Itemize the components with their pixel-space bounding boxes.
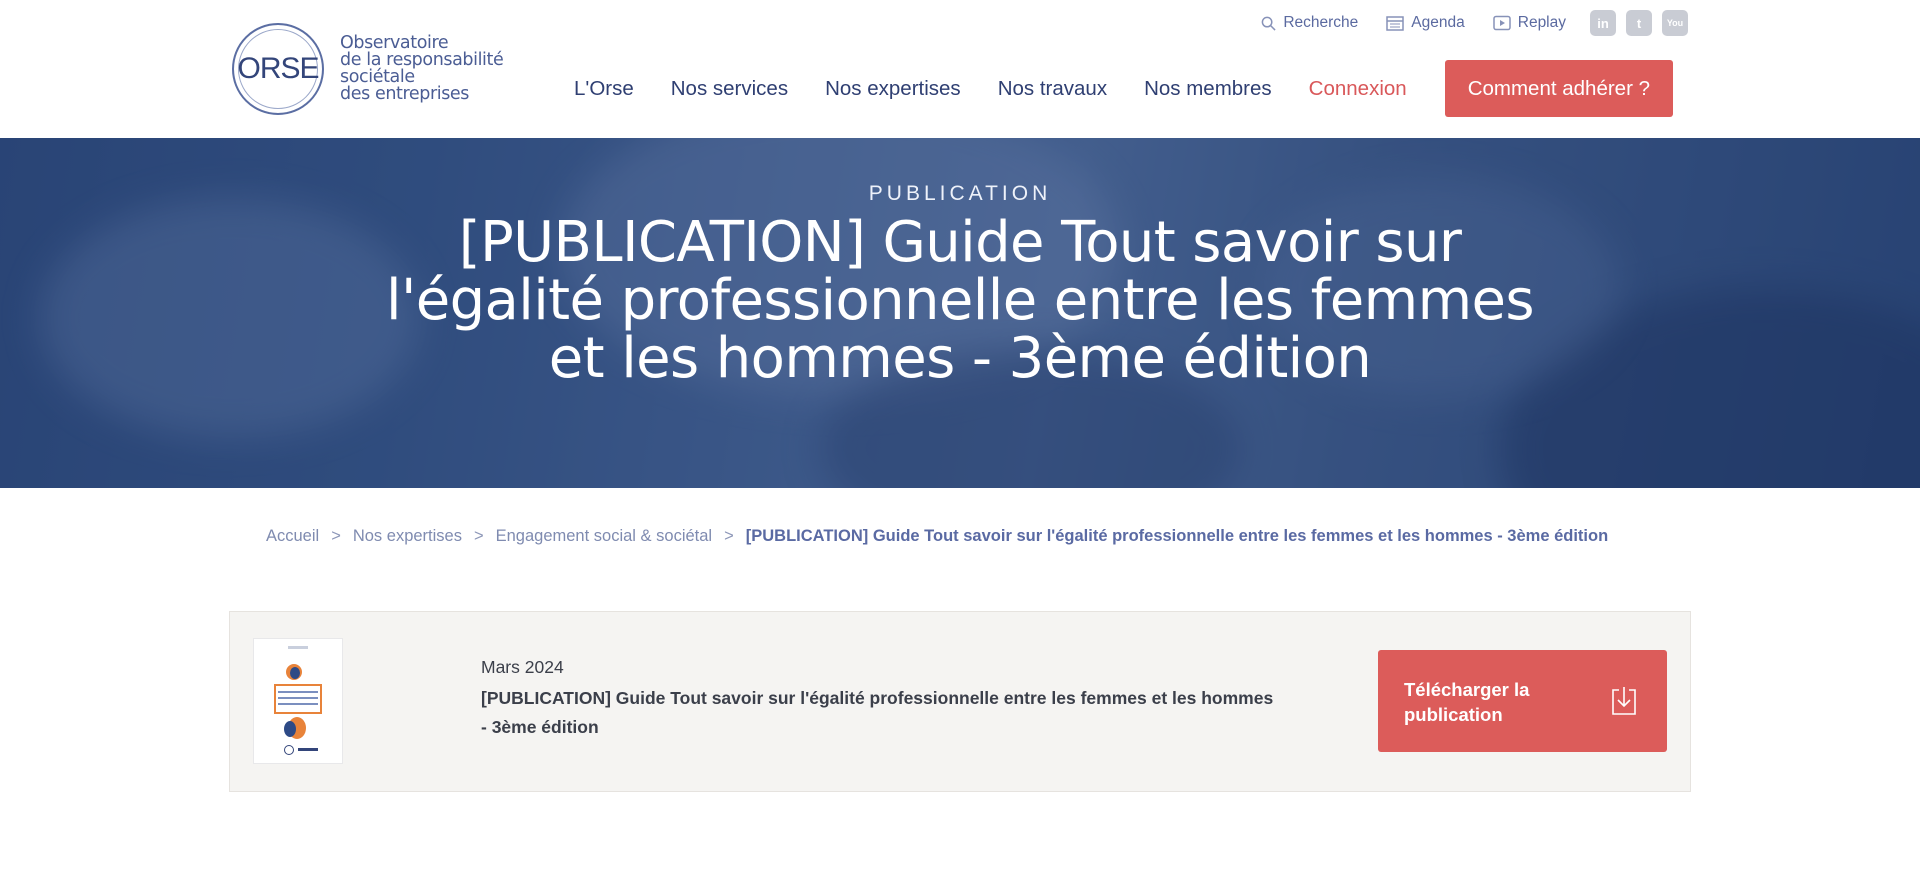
cover-logo-icon [284, 745, 294, 755]
publication-date: Mars 2024 [481, 657, 564, 677]
play-icon [1493, 15, 1511, 31]
agenda-label: Agenda [1411, 14, 1465, 31]
breadcrumb-separator: > [473, 527, 484, 545]
breadcrumb-item-expertises[interactable]: Nos expertises [353, 527, 462, 546]
hero-banner: PUBLICATION [PUBLICATION] Guide Tout sav… [0, 138, 1920, 488]
publication-cover[interactable] [254, 639, 342, 763]
cover-decoration [278, 691, 318, 693]
breadcrumb-separator: > [331, 527, 341, 545]
search-label: Recherche [1283, 14, 1359, 31]
replay-link[interactable]: Replay [1493, 14, 1566, 32]
logo-mark: ORSE [237, 52, 319, 85]
logo-circle: ORSE [232, 23, 324, 115]
publication-card: Mars 2024 [PUBLICATION] Guide Tout savoi… [229, 611, 1691, 792]
agenda-link[interactable]: Agenda [1386, 14, 1465, 32]
breadcrumb-item-accueil[interactable]: Accueil [266, 527, 319, 546]
replay-label: Replay [1517, 14, 1566, 31]
search-icon [1261, 16, 1276, 31]
breadcrumb-item-engagement[interactable]: Engagement social & sociétal [496, 527, 712, 546]
download-publication-button[interactable]: Télécharger la publication [1378, 650, 1667, 752]
cover-decoration [290, 667, 300, 679]
cover-decoration [288, 646, 308, 649]
linkedin-icon[interactable]: in [1590, 10, 1616, 36]
join-button[interactable]: Comment adhérer ? [1444, 60, 1673, 117]
hero-kicker: PUBLICATION [868, 182, 1052, 205]
twitter-icon[interactable]: t [1626, 10, 1652, 36]
cover-decoration [284, 721, 296, 737]
login-link[interactable]: Connexion [1309, 77, 1407, 101]
search-link[interactable]: Recherche [1261, 14, 1358, 32]
social-links: in t You [1590, 10, 1688, 36]
nav-item-expertises[interactable]: Nos expertises [825, 77, 961, 101]
publication-title: [PUBLICATION] Guide Tout savoir sur l'ég… [481, 688, 1274, 737]
nav-item-services[interactable]: Nos services [671, 77, 788, 101]
page-title: [PUBLICATION] Guide Tout savoir sur l'ég… [386, 210, 1535, 391]
breadcrumb-separator: > [724, 527, 734, 545]
utility-bar: Recherche Agenda Replay in t You [1261, 10, 1688, 36]
cover-decoration [278, 703, 318, 705]
cover-decoration [278, 697, 318, 699]
logo-text: Observatoire de la responsabilité sociét… [340, 34, 504, 104]
breadcrumb: Accueil > Nos expertises > Engagement so… [266, 527, 1706, 546]
orse-logo[interactable]: ORSE Observatoire de la responsabilité s… [232, 22, 504, 116]
cover-decoration [274, 684, 322, 714]
youtube-icon[interactable]: You [1662, 10, 1688, 36]
calendar-icon [1386, 16, 1405, 31]
nav-item-travaux[interactable]: Nos travaux [998, 77, 1107, 101]
cover-decoration [298, 748, 318, 751]
breadcrumb-current: [PUBLICATION] Guide Tout savoir sur l'ég… [745, 527, 1609, 545]
main-nav: L'Orse Nos services Nos expertises Nos t… [574, 60, 1673, 117]
download-icon [1612, 687, 1636, 715]
nav-item-orse[interactable]: L'Orse [574, 77, 634, 101]
site-header: ORSE Observatoire de la responsabilité s… [0, 0, 1920, 138]
logo-line: des entreprises [340, 84, 470, 104]
publication-info: Mars 2024 [PUBLICATION] Guide Tout savoi… [481, 657, 1281, 742]
download-label: Télécharger la publication [1404, 679, 1530, 725]
nav-item-membres[interactable]: Nos membres [1144, 77, 1272, 101]
